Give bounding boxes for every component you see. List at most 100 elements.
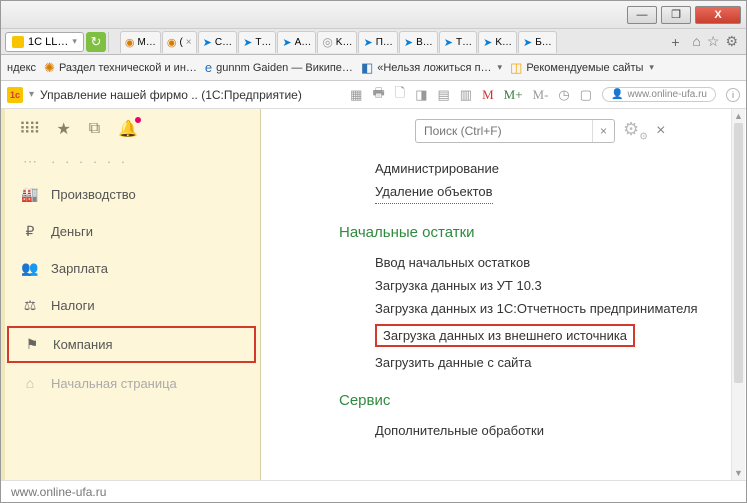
dropdown-icon: ▾: [498, 62, 503, 73]
bookmark-bar: ндекс ✺Раздел технической и ин… egunnm G…: [1, 55, 746, 81]
sidebar-item-taxes[interactable]: ⚖Налоги: [5, 287, 260, 324]
link-load-ut103[interactable]: Загрузка данных из УТ 10.3: [375, 274, 732, 297]
app-title: Управление нашей фирмо .. (1С:Предприяти…: [40, 88, 344, 102]
grid-icon[interactable]: ▦: [350, 87, 362, 103]
sidebar-item-home[interactable]: ⌂Начальная страница: [5, 365, 260, 401]
address-text: 1C LL…: [28, 36, 68, 48]
sidebar-item-money[interactable]: ₽Деньги: [5, 213, 260, 250]
dropdown-icon: ▾: [649, 62, 654, 73]
bookmark-item[interactable]: ◧«Нельзя ложиться п…▾: [361, 60, 502, 76]
link-load-from-site[interactable]: Загрузить данные с сайта: [375, 351, 732, 374]
section-title-initial: Начальные остатки: [339, 224, 732, 241]
footer-bar: www.online-ufa.ru: [1, 480, 746, 502]
bookmark-icon: ◫: [510, 60, 522, 76]
compare-icon[interactable]: ◨: [415, 87, 427, 103]
scroll-down-icon[interactable]: ▼: [732, 466, 745, 480]
bookmark-item[interactable]: ✺Раздел технической и ин…: [44, 60, 197, 76]
apps-icon[interactable]: ⠿⠿: [19, 119, 38, 139]
star-icon[interactable]: ★: [56, 119, 70, 139]
vertical-scrollbar[interactable]: ▲ ▼: [731, 109, 745, 480]
bookmark-item[interactable]: ◫Рекомендуемые сайты▾: [510, 60, 654, 76]
sidebar-item-company[interactable]: ⚑Компания: [7, 326, 256, 363]
search-input[interactable]: [416, 124, 592, 138]
sidebar: ⠿⠿ ★ ⧉ 🔔 ⋯· · · · · · 🏭Производство ₽Ден…: [1, 109, 261, 482]
bookmark-item[interactable]: egunnm Gaiden — Википе…: [205, 60, 353, 75]
m-minus-icon[interactable]: M-: [533, 87, 549, 103]
new-tab-button[interactable]: +: [664, 34, 686, 50]
app-tool-icons: ▦ 🖶 🗋 ◨ ▤ ▥ M M+ M- ◷ ▢ 👤www.online-ufa.…: [350, 84, 740, 106]
tab-close-icon[interactable]: ×: [186, 37, 192, 48]
link-extra-processing[interactable]: Дополнительные обработки: [375, 419, 732, 442]
browser-tab[interactable]: ➤C…: [198, 31, 237, 53]
bell-icon[interactable]: 🔔: [118, 119, 138, 139]
app-logo-icon: 1c: [7, 87, 23, 103]
link-delete-objects[interactable]: Удаление объектов: [375, 180, 493, 204]
app-toolbar: 1c ▾ Управление нашей фирмо .. (1С:Предп…: [1, 81, 746, 109]
dropdown-icon[interactable]: ▾: [29, 89, 34, 100]
home-icon[interactable]: ⌂: [692, 33, 700, 50]
bookmark-icon: ◧: [361, 60, 373, 76]
tab-icon: ➤: [203, 36, 212, 49]
search-box: ×: [415, 119, 615, 143]
sidebar-item-hidden[interactable]: ⋯· · · · · ·: [5, 153, 260, 176]
reload-button[interactable]: ↻: [86, 32, 106, 52]
content-links: Администрирование Удаление объектов Нача…: [375, 157, 732, 442]
tab-icon: ◉: [167, 36, 177, 49]
content-pane: × ⚙⚙ × Администрирование Удаление объект…: [261, 109, 746, 482]
print-icon[interactable]: 🖶: [372, 84, 384, 106]
window-close-button[interactable]: X: [695, 6, 741, 24]
address-chip[interactable]: 1C LL… ▾: [5, 32, 84, 52]
browser-toolbar-right: ⌂ ☆ ⚙: [688, 33, 742, 50]
copy-icon[interactable]: ⧉: [89, 120, 100, 138]
m-plus-icon[interactable]: M: [482, 87, 494, 103]
bookmark-item[interactable]: ндекс: [7, 62, 36, 74]
clock-icon[interactable]: ◷: [558, 87, 569, 103]
scroll-thumb[interactable]: [734, 123, 743, 383]
browser-tab[interactable]: ➤B…: [399, 31, 438, 53]
browser-tab[interactable]: ◉(×: [162, 31, 197, 53]
tab-icon: ◉: [125, 36, 135, 49]
settings-gear-icon[interactable]: ⚙⚙: [623, 119, 648, 143]
menu-icon: ⋯: [21, 153, 39, 170]
footer-text: www.online-ufa.ru: [11, 485, 106, 499]
bookmark-icon: ✺: [44, 60, 55, 76]
browser-tab[interactable]: ➤K…: [478, 31, 517, 53]
factory-icon: 🏭: [21, 186, 39, 203]
panel-close-button[interactable]: ×: [656, 122, 665, 140]
browser-tab[interactable]: ➤T…: [439, 31, 477, 53]
browser-tab[interactable]: ➤A…: [277, 31, 316, 53]
browser-tab[interactable]: ◎K…: [317, 31, 357, 53]
info-icon[interactable]: i: [726, 88, 740, 102]
tab-icon: ➤: [243, 36, 252, 49]
search-clear-button[interactable]: ×: [592, 120, 614, 142]
user-icon: 👤: [611, 89, 623, 100]
scales-icon: ⚖: [21, 297, 39, 314]
browser-tab[interactable]: ➤П…: [358, 31, 397, 53]
db-icon[interactable]: ▤: [437, 87, 449, 103]
main-area: ⠿⠿ ★ ⧉ 🔔 ⋯· · · · · · 🏭Производство ₽Ден…: [1, 109, 746, 482]
doc-icon[interactable]: 🗋: [395, 84, 405, 106]
link-load-external[interactable]: Загрузка данных из внешнего источника: [375, 324, 635, 347]
sidebar-item-label: Деньги: [51, 224, 93, 239]
browser-tabs: ◉M… ◉(× ➤C… ➤T… ➤A… ◎K… ➤П… ➤B… ➤T… ➤K… …: [120, 31, 663, 53]
window-minimize-button[interactable]: —: [627, 6, 657, 24]
window-icon[interactable]: ▢: [580, 87, 592, 103]
tab-icon: ➤: [523, 36, 532, 49]
user-chip[interactable]: 👤www.online-ufa.ru: [602, 87, 716, 102]
window-maximize-button[interactable]: ❐: [661, 6, 691, 24]
browser-tab[interactable]: ◉M…: [120, 31, 161, 53]
calendar-icon[interactable]: ▥: [460, 87, 472, 103]
sidebar-item-production[interactable]: 🏭Производство: [5, 176, 260, 213]
browser-tab[interactable]: ➤Б…: [518, 31, 557, 53]
star-icon[interactable]: ☆: [707, 33, 720, 50]
link-load-1c-report[interactable]: Загрузка данных из 1С:Отчетность предпри…: [375, 297, 732, 320]
browser-tab[interactable]: ➤T…: [238, 31, 276, 53]
link-initial-balances[interactable]: Ввод начальных остатков: [375, 251, 732, 274]
gear-icon[interactable]: ⚙: [725, 33, 738, 50]
ie-icon: e: [205, 60, 212, 75]
dropdown-icon: ▾: [72, 36, 77, 47]
sidebar-item-salary[interactable]: 👥Зарплата: [5, 250, 260, 287]
m-plus-icon[interactable]: M+: [504, 87, 523, 103]
link-administration[interactable]: Администрирование: [375, 157, 732, 180]
scroll-up-icon[interactable]: ▲: [732, 109, 745, 123]
